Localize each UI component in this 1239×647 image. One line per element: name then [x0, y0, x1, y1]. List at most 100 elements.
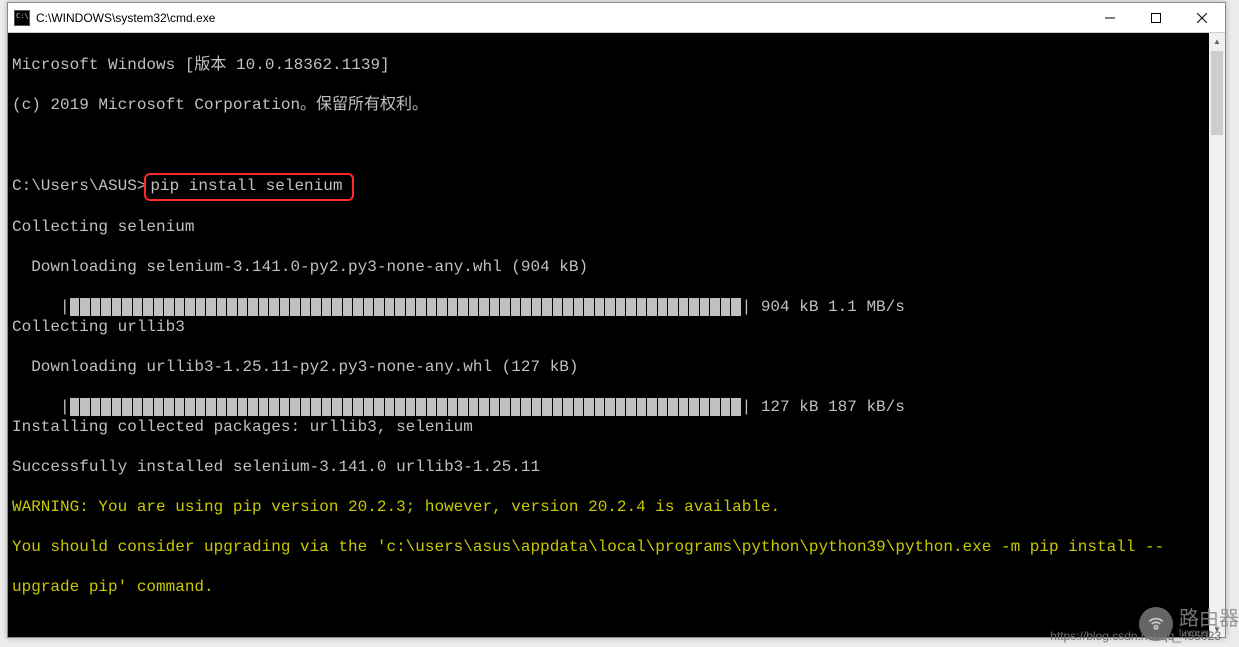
progress-segment — [175, 298, 185, 316]
progress-segment — [80, 298, 90, 316]
scroll-thumb[interactable] — [1211, 51, 1223, 135]
watermark-url: https://blog.csdn.net/qq_455023 — [1050, 629, 1221, 643]
cmd-icon — [14, 10, 30, 26]
maximize-button[interactable] — [1133, 3, 1179, 32]
progress-segment — [91, 398, 101, 416]
progress-segment — [406, 298, 416, 316]
output-line: Successfully installed selenium-3.141.0 … — [12, 457, 1205, 477]
progress-segment — [185, 398, 195, 416]
progress-segment — [332, 298, 342, 316]
output-line: Collecting urllib3 — [12, 317, 1205, 337]
progress-segment — [563, 398, 573, 416]
progress-segment — [479, 298, 489, 316]
progress-segment — [448, 298, 458, 316]
progress-segment — [269, 398, 279, 416]
progress-segment — [185, 298, 195, 316]
progress-segment — [217, 398, 227, 416]
progress-segment — [574, 298, 584, 316]
progress-segment — [658, 298, 668, 316]
progress-segment — [647, 298, 657, 316]
progress-segment — [196, 298, 206, 316]
progress-segment — [301, 398, 311, 416]
progress-segment — [490, 398, 500, 416]
progress-segment — [395, 398, 405, 416]
progress-segment — [574, 398, 584, 416]
progress-segment — [637, 298, 647, 316]
progress-segment — [532, 398, 542, 416]
progress-segment — [584, 298, 594, 316]
progress-segment — [658, 398, 668, 416]
progress-segment — [521, 398, 531, 416]
progress-segment — [217, 298, 227, 316]
progress-segment — [721, 398, 731, 416]
progress-segment — [689, 298, 699, 316]
progress-segment — [164, 398, 174, 416]
titlebar[interactable]: C:\WINDOWS\system32\cmd.exe — [8, 3, 1225, 33]
progress-segment — [70, 398, 80, 416]
progress-segment — [154, 398, 164, 416]
progress-segment — [427, 298, 437, 316]
progress-segment — [80, 398, 90, 416]
progress-segment — [227, 298, 237, 316]
progress-segment — [112, 298, 122, 316]
progress-info: 904 kB 1.1 MB/s — [751, 298, 905, 316]
progress-segment — [259, 398, 269, 416]
progress-segment — [521, 298, 531, 316]
progress-segment — [133, 298, 143, 316]
warning-line: upgrade pip' command. — [12, 577, 1205, 597]
warning-line: WARNING: You are using pip version 20.2.… — [12, 497, 1205, 517]
progress-segment — [322, 298, 332, 316]
prompt: C:\Users\ASUS> — [12, 177, 146, 195]
progress-segment — [553, 398, 563, 416]
progress-segment — [679, 298, 689, 316]
close-button[interactable] — [1179, 3, 1225, 32]
progress-segment — [689, 398, 699, 416]
progress-segment — [416, 398, 426, 416]
progress-segment — [553, 298, 563, 316]
progress-segment — [511, 398, 521, 416]
progress-segment — [721, 298, 731, 316]
progress-info: 127 kB 187 kB/s — [751, 398, 905, 416]
progress-segment — [206, 398, 216, 416]
progress-segment — [416, 298, 426, 316]
progress-segment — [605, 298, 615, 316]
progress-segment — [374, 398, 384, 416]
output-line: Downloading urllib3-1.25.11-py2.py3-none… — [12, 357, 1205, 377]
minimize-button[interactable] — [1087, 3, 1133, 32]
progress-segment — [227, 398, 237, 416]
progress-segment — [101, 298, 111, 316]
progress-segment — [353, 398, 363, 416]
cmd-window: C:\WINDOWS\system32\cmd.exe Microsoft Wi… — [7, 2, 1226, 638]
progress-segment — [301, 298, 311, 316]
progress-segment — [248, 398, 258, 416]
progress-segment — [374, 298, 384, 316]
progress-segment — [500, 398, 510, 416]
output-line: Microsoft Windows [版本 10.0.18362.1139] — [12, 55, 1205, 75]
terminal-area[interactable]: Microsoft Windows [版本 10.0.18362.1139] (… — [8, 33, 1225, 637]
progress-segment — [490, 298, 500, 316]
progress-segment — [143, 298, 153, 316]
progress-segment — [311, 298, 321, 316]
progress-segment — [248, 298, 258, 316]
progress-segment — [175, 398, 185, 416]
progress-segment — [280, 298, 290, 316]
progress-segment — [437, 298, 447, 316]
progress-segment — [385, 398, 395, 416]
vertical-scrollbar[interactable]: ▲ ▼ — [1209, 33, 1225, 637]
output-line: Downloading selenium-3.141.0-py2.py3-non… — [12, 257, 1205, 277]
progress-segment — [700, 298, 710, 316]
progress-segment — [385, 298, 395, 316]
progress-segment — [469, 298, 479, 316]
progress-segment — [269, 298, 279, 316]
output-line — [12, 617, 1205, 637]
progress-segment — [605, 398, 615, 416]
progress-segment — [542, 398, 552, 416]
progress-segment — [322, 398, 332, 416]
progress-segment — [280, 398, 290, 416]
progress-segment — [584, 398, 594, 416]
window-title: C:\WINDOWS\system32\cmd.exe — [36, 11, 1087, 25]
progress-segment — [238, 298, 248, 316]
scroll-up-icon[interactable]: ▲ — [1209, 33, 1225, 49]
progress-segment — [395, 298, 405, 316]
progress-segment — [290, 398, 300, 416]
